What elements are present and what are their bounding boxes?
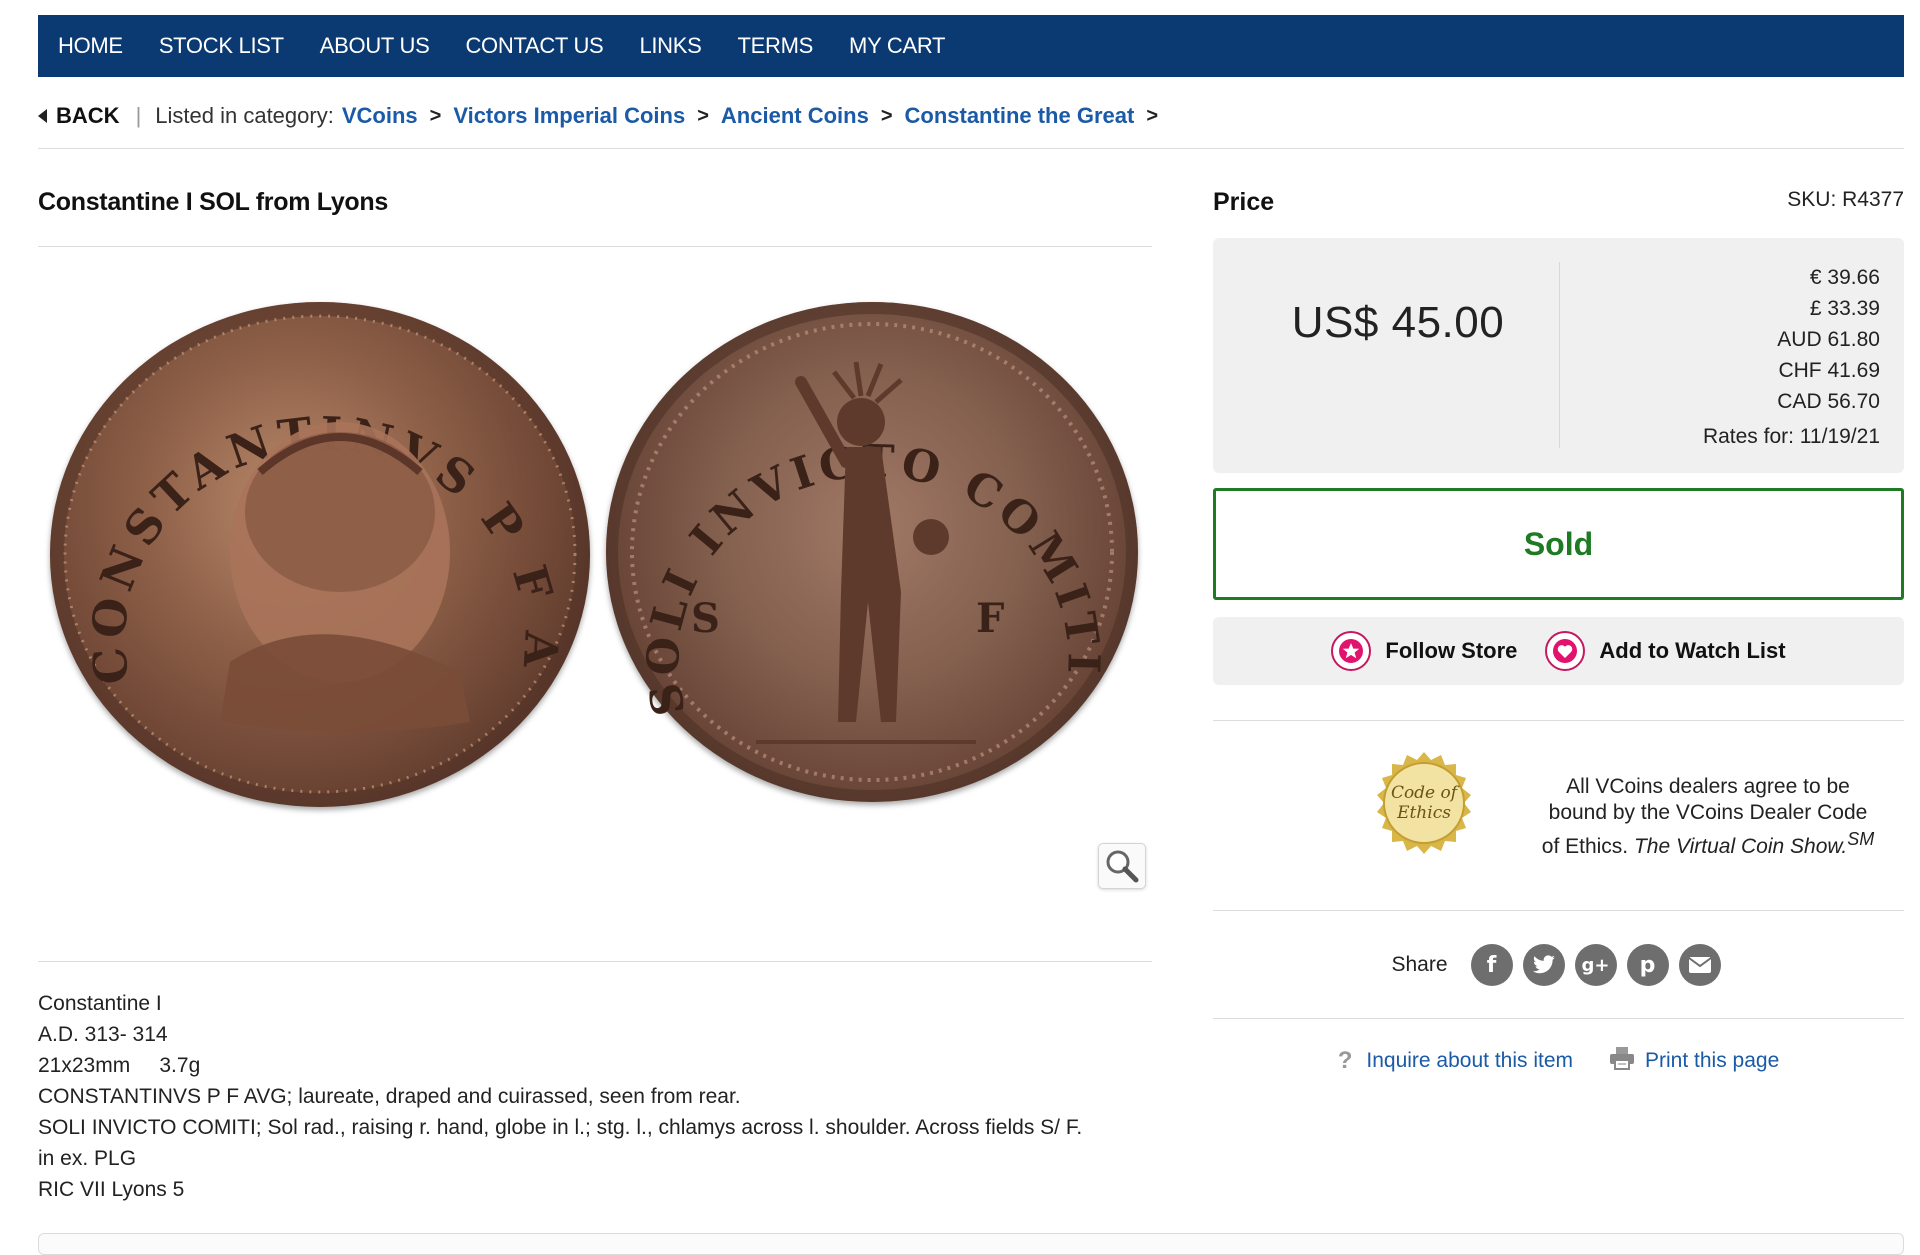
crumb-separator: > xyxy=(697,104,709,127)
price-divider xyxy=(1559,262,1560,448)
follow-store-button[interactable]: Follow Store xyxy=(1331,631,1517,671)
crumb-ancient-coins[interactable]: Ancient Coins xyxy=(721,103,869,129)
share-bottom-rule xyxy=(1213,1018,1904,1019)
share-label: Share xyxy=(1391,953,1448,976)
coin-obverse-image[interactable]: CONSTANTINVS P F AVG xyxy=(50,302,590,807)
desc-line: in ex. PLG xyxy=(38,1147,137,1170)
ethics-italic: The Virtual Coin Show. xyxy=(1633,835,1848,858)
rate-cad: CAD 56.70 xyxy=(1777,390,1880,413)
crumb-separator: > xyxy=(880,104,893,127)
printer-icon xyxy=(1609,1046,1635,1076)
crumb-vcoins[interactable]: VCoins xyxy=(342,103,418,129)
nav-links[interactable]: LINKS xyxy=(621,33,719,59)
inquire-label: Inquire about this item xyxy=(1366,1049,1574,1072)
nav-stock-list[interactable]: STOCK LIST xyxy=(141,33,302,59)
sku-label: SKU: R4377 xyxy=(1787,188,1904,211)
product-description: Constantine I A.D. 313- 314 21x23mm 3.7g… xyxy=(38,988,1082,1205)
actions-rule xyxy=(1213,720,1904,721)
heart-icon xyxy=(1545,631,1586,671)
crumb-victors-imperial-coins[interactable]: Victors Imperial Coins xyxy=(453,103,685,129)
print-link[interactable]: Print this page xyxy=(1609,1046,1779,1076)
image-rule xyxy=(38,961,1152,962)
title-rule xyxy=(38,246,1152,247)
desc-line: 21x23mm 3.7g xyxy=(38,1054,201,1077)
top-nav: HOME STOCK LIST ABOUT US CONTACT US LINK… xyxy=(38,15,1904,77)
currency-rates: € 39.66 £ 33.39 AUD 61.80 CHF 41.69 CAD … xyxy=(1703,262,1880,452)
twitter-icon[interactable] xyxy=(1522,944,1565,986)
crumb-constantine-the-great[interactable]: Constantine the Great xyxy=(905,103,1135,129)
inquire-link[interactable]: ? Inquire about this item xyxy=(1338,1047,1573,1075)
nav-home[interactable]: HOME xyxy=(38,33,141,59)
question-icon: ? xyxy=(1337,1047,1353,1074)
nav-contact-us[interactable]: CONTACT US xyxy=(447,33,621,59)
lower-panel xyxy=(38,1233,1904,1255)
email-icon[interactable] xyxy=(1678,944,1721,986)
reverse-field-s: S xyxy=(691,595,720,642)
seal-line-2: Ethics xyxy=(1396,803,1451,823)
nav-my-cart[interactable]: MY CART xyxy=(831,33,963,59)
reverse-art: SOLI INVICTO COMITI S F xyxy=(630,322,1114,782)
sold-status: Sold xyxy=(1213,488,1904,600)
desc-line: Constantine I xyxy=(38,992,162,1015)
crumb-separator: > xyxy=(1146,104,1158,127)
product-title: Constantine I SOL from Lyons xyxy=(38,188,388,216)
magnifier-icon xyxy=(1106,850,1139,883)
rate-aud: AUD 61.80 xyxy=(1777,328,1880,351)
listed-in-label: Listed in category: xyxy=(155,103,334,128)
seal-line-1: Code of xyxy=(1391,783,1460,803)
obverse-art: CONSTANTINVS P F AVG xyxy=(50,302,577,794)
follow-store-label: Follow Store xyxy=(1385,638,1518,663)
ethics-seal-icon: Code of Ethics xyxy=(1377,752,1471,854)
back-arrow-icon xyxy=(38,109,47,123)
breadcrumb-divider: | xyxy=(135,103,142,128)
desc-line: SOLI INVICTO COMITI; Sol rad., raising r… xyxy=(38,1116,1083,1139)
share-bar: Share f g+ p xyxy=(1213,940,1904,990)
coin-reverse-image[interactable]: SOLI INVICTO COMITI S F xyxy=(606,302,1138,802)
rate-gbp: £ 33.39 xyxy=(1809,297,1880,320)
zoom-button[interactable] xyxy=(1098,843,1146,889)
breadcrumb: BACK | Listed in category: VCoins > Vict… xyxy=(38,100,1170,132)
add-to-watch-list-button[interactable]: Add to Watch List xyxy=(1545,631,1786,671)
item-actions: ? Inquire about this item Print this pag… xyxy=(1213,1046,1904,1076)
star-icon xyxy=(1331,631,1372,671)
back-link[interactable]: BACK xyxy=(38,103,120,129)
crumb-separator: > xyxy=(429,104,442,127)
service-mark: SM xyxy=(1847,829,1875,849)
share-top-rule xyxy=(1213,910,1904,911)
rate-chf: CHF 41.69 xyxy=(1778,359,1880,382)
facebook-icon[interactable]: f xyxy=(1470,944,1513,986)
price-label: Price xyxy=(1213,188,1275,216)
desc-line: RIC VII Lyons 5 xyxy=(38,1178,185,1201)
ethics-text: All VCoins dealers agree to be bound by … xyxy=(1538,774,1878,860)
reverse-field-f: F xyxy=(976,595,1004,642)
watch-list-label: Add to Watch List xyxy=(1599,638,1786,663)
print-label: Print this page xyxy=(1645,1049,1780,1072)
breadcrumb-rule xyxy=(38,148,1904,149)
back-label: BACK xyxy=(56,103,120,128)
nav-terms[interactable]: TERMS xyxy=(720,33,832,59)
store-actions-bar: Follow Store Add to Watch List xyxy=(1213,617,1904,685)
desc-line: A.D. 313- 314 xyxy=(38,1023,168,1046)
price-main: US$ 45.00 xyxy=(1291,298,1505,347)
nav-about-us[interactable]: ABOUT US xyxy=(302,33,448,59)
code-of-ethics-seal[interactable]: Code of Ethics xyxy=(1368,750,1480,862)
google-plus-icon[interactable]: g+ xyxy=(1574,944,1617,986)
price-box: US$ 45.00 € 39.66 £ 33.39 AUD 61.80 CHF … xyxy=(1213,238,1904,473)
rates-date: Rates for: 11/19/21 xyxy=(1702,425,1880,448)
rate-eur: € 39.66 xyxy=(1809,266,1880,289)
desc-line: CONSTANTINVS P F AVG; laureate, draped a… xyxy=(38,1085,741,1108)
pinterest-icon[interactable]: p xyxy=(1626,944,1669,986)
